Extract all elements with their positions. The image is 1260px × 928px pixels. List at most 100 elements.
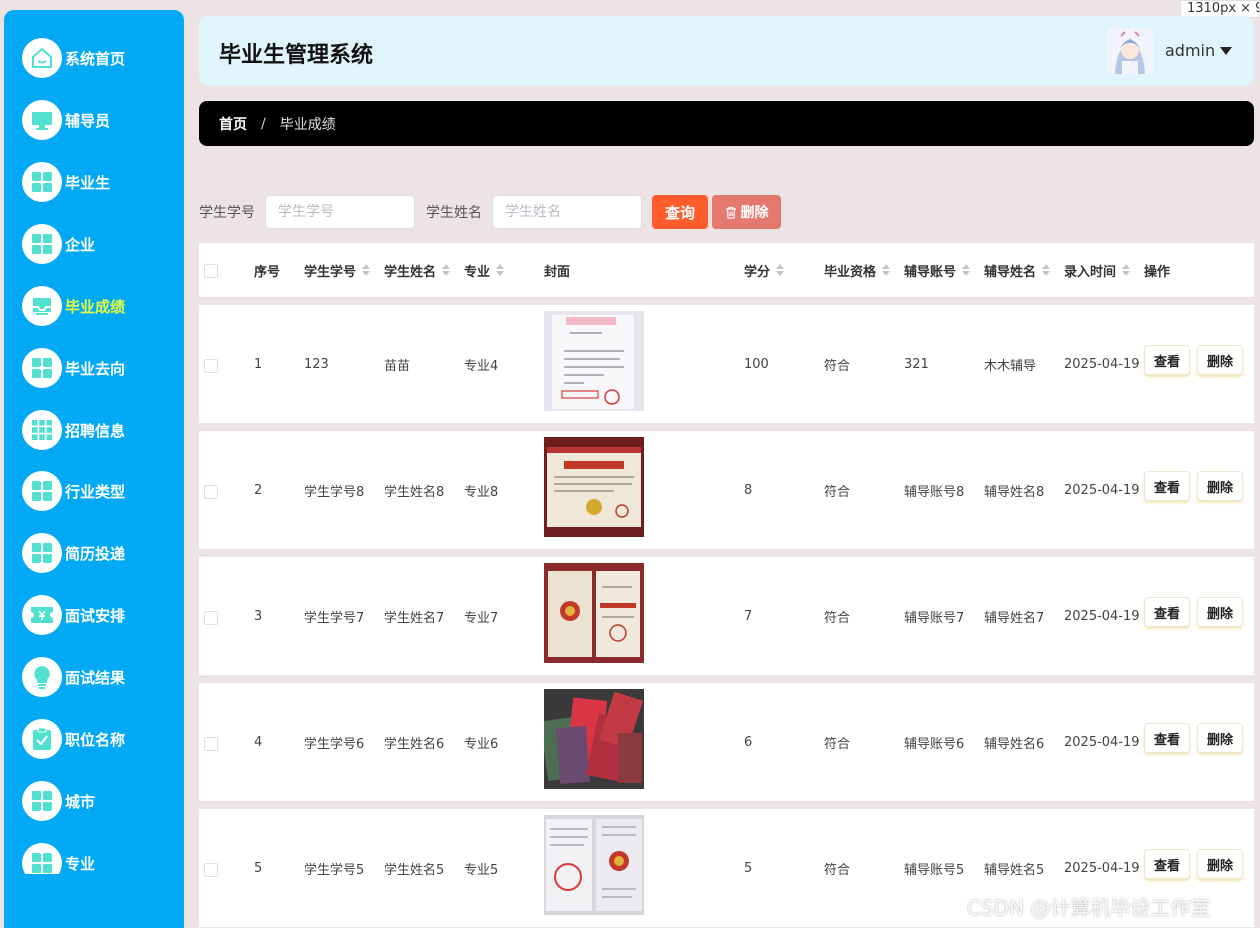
cover-image[interactable] <box>544 311 644 411</box>
cell-student-name: 苗苗 <box>384 358 411 374</box>
row-checkbox[interactable] <box>204 359 218 373</box>
tray-icon <box>22 286 62 326</box>
cover-image[interactable] <box>544 563 644 663</box>
cell-advisor-account: 辅导账号8 <box>904 484 965 500</box>
sidebar-item-label: 面试安排 <box>65 606 126 625</box>
breadcrumb-current: 毕业成绩 <box>279 116 336 133</box>
header-index: 序号 <box>254 243 280 297</box>
breadcrumb-home[interactable]: 首页 <box>219 114 247 134</box>
sidebar-item-city[interactable]: 城市 <box>4 770 184 832</box>
sidebar-item-label: 毕业成绩 <box>65 297 126 316</box>
cell-qualification: 符合 <box>824 358 851 374</box>
sort-icon[interactable] <box>362 264 371 276</box>
query-button[interactable]: 查询 <box>652 195 708 229</box>
sidebar-item-position[interactable]: 职位名称 <box>4 708 184 770</box>
header-qualification[interactable]: 毕业资格 <box>824 243 891 297</box>
batch-delete-label: 删除 <box>740 205 769 221</box>
student-id-input[interactable] <box>265 195 415 229</box>
sort-icon[interactable] <box>1122 264 1131 276</box>
header-advisor-account[interactable]: 辅导账号 <box>904 243 971 297</box>
header-advisor-name-label: 辅导姓名 <box>984 264 1037 280</box>
header-created[interactable]: 录入时间 <box>1064 243 1131 297</box>
view-button[interactable]: 查看 <box>1144 723 1190 753</box>
breadcrumb: 首页 / 毕业成绩 <box>199 101 1254 146</box>
row-checkbox[interactable] <box>204 611 218 625</box>
sidebar-item-resume[interactable]: 简历投递 <box>4 522 184 584</box>
user-name[interactable]: admin <box>1165 41 1215 60</box>
view-button[interactable]: 查看 <box>1144 345 1190 375</box>
cell-major: 专业8 <box>464 484 499 500</box>
sidebar: 系统首页 辅导员 毕业生 企业 毕业成绩 毕业去向 招聘信息 行业类型 简历投递… <box>4 10 184 928</box>
delete-button[interactable]: 删除 <box>1197 849 1243 879</box>
monitor-icon <box>22 100 62 140</box>
cell-advisor-account: 321 <box>904 356 929 372</box>
table-row: 1 123 苗苗 专业4 100 符合 321 木木辅导 2025-04-19 … <box>199 305 1254 423</box>
select-all-checkbox[interactable] <box>204 264 218 278</box>
header-student-id[interactable]: 学生学号 <box>304 243 371 297</box>
header-advisor-name[interactable]: 辅导姓名 <box>984 243 1051 297</box>
avatar[interactable] <box>1107 28 1153 74</box>
grid-icon <box>22 533 62 573</box>
sort-icon[interactable] <box>1042 264 1051 276</box>
sidebar-item-graduation-grades[interactable]: 毕业成绩 <box>4 275 184 337</box>
sidebar-item-interview-result[interactable]: 面试结果 <box>4 646 184 708</box>
sort-icon[interactable] <box>776 264 785 276</box>
sidebar-item-label: 简历投递 <box>65 544 126 563</box>
delete-button[interactable]: 删除 <box>1197 345 1243 375</box>
header-student-name-label: 学生姓名 <box>384 264 437 280</box>
sort-icon[interactable] <box>442 264 451 276</box>
header-major[interactable]: 专业 <box>464 243 505 297</box>
sidebar-item-recruitment[interactable]: 招聘信息 <box>4 399 184 461</box>
cell-student-id: 学生学号6 <box>304 736 365 752</box>
row-checkbox[interactable] <box>204 863 218 877</box>
cell-qualification: 符合 <box>824 862 851 878</box>
header-credits[interactable]: 学分 <box>744 243 785 297</box>
caret-down-icon[interactable] <box>1220 47 1232 55</box>
row-checkbox[interactable] <box>204 737 218 751</box>
header-student-id-label: 学生学号 <box>304 264 357 280</box>
cell-student-name: 学生姓名7 <box>384 610 445 626</box>
delete-button[interactable]: 删除 <box>1197 471 1243 501</box>
cell-advisor-account: 辅导账号5 <box>904 862 965 878</box>
sidebar-item-home[interactable]: 系统首页 <box>4 27 184 89</box>
sidebar-item-destination[interactable]: 毕业去向 <box>4 337 184 399</box>
sidebar-item-major[interactable]: 专业 <box>4 832 184 874</box>
sort-icon[interactable] <box>962 264 971 276</box>
view-button[interactable]: 查看 <box>1144 849 1190 879</box>
header-cover: 封面 <box>544 243 570 297</box>
cell-created: 2025-04-19 <box>1064 356 1140 372</box>
row-checkbox[interactable] <box>204 485 218 499</box>
sidebar-item-label: 毕业生 <box>65 173 111 192</box>
cell-qualification: 符合 <box>824 484 851 500</box>
cell-advisor-account: 辅导账号6 <box>904 736 965 752</box>
cover-image[interactable] <box>544 437 644 537</box>
sidebar-item-enterprise[interactable]: 企业 <box>4 213 184 275</box>
view-button[interactable]: 查看 <box>1144 471 1190 501</box>
sort-icon[interactable] <box>496 264 505 276</box>
cell-index: 1 <box>254 356 263 372</box>
sidebar-item-label: 专业 <box>65 855 96 873</box>
cell-credits: 6 <box>744 734 753 750</box>
batch-delete-button[interactable]: 删除 <box>712 195 781 229</box>
view-button[interactable]: 查看 <box>1144 597 1190 627</box>
header-student-name[interactable]: 学生姓名 <box>384 243 451 297</box>
clipboard-icon <box>22 719 62 759</box>
table-row: 4 学生学号6 学生姓名6 专业6 6 符合 辅导账号6 辅导姓名6 2025-… <box>199 683 1254 801</box>
sidebar-item-industry[interactable]: 行业类型 <box>4 460 184 522</box>
cell-index: 4 <box>254 734 263 750</box>
sort-icon[interactable] <box>882 264 891 276</box>
app-title: 毕业生管理系统 <box>219 43 374 68</box>
sidebar-item-graduate[interactable]: 毕业生 <box>4 151 184 213</box>
sidebar-item-label: 毕业去向 <box>65 359 126 378</box>
sidebar-item-counselor[interactable]: 辅导员 <box>4 89 184 151</box>
header-index-label: 序号 <box>254 264 281 280</box>
cell-advisor-name: 木木辅导 <box>984 358 1037 374</box>
student-name-input[interactable] <box>492 195 642 229</box>
cover-image[interactable] <box>544 815 644 915</box>
delete-button[interactable]: 删除 <box>1197 723 1243 753</box>
cover-image[interactable] <box>544 689 644 789</box>
delete-button[interactable]: 删除 <box>1197 597 1243 627</box>
table-row: 2 学生学号8 学生姓名8 专业8 8 符合 辅导账号8 辅导姓名8 2025-… <box>199 431 1254 549</box>
sidebar-item-interview-schedule[interactable]: 面试安排 <box>4 584 184 646</box>
ticket-icon <box>22 595 62 635</box>
